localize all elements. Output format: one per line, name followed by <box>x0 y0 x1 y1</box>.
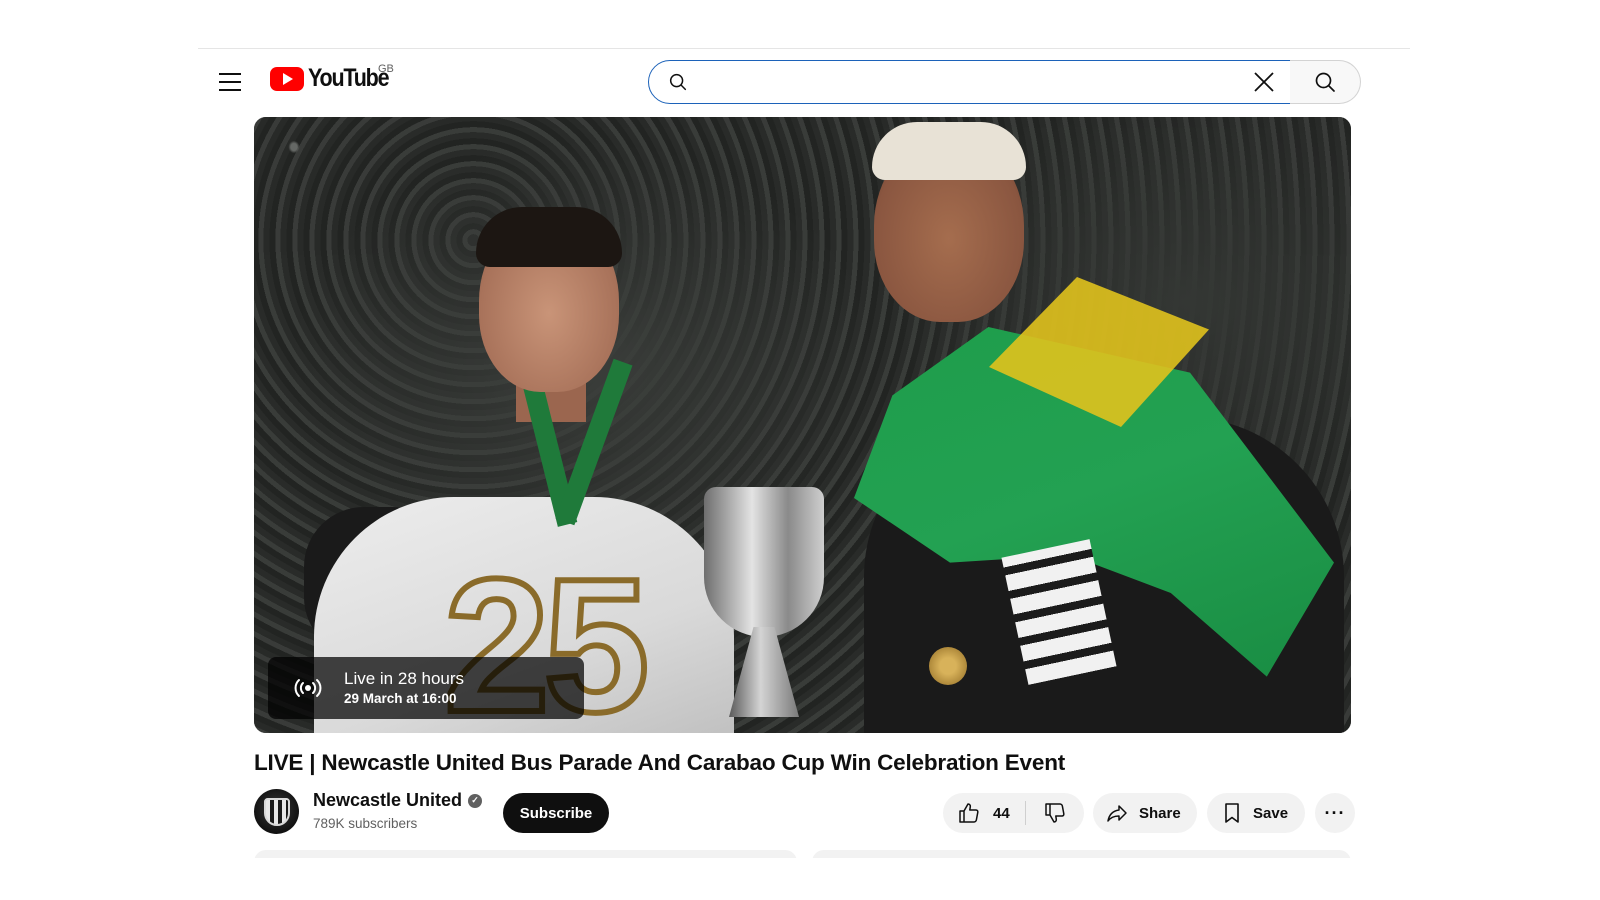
share-icon <box>1107 805 1127 822</box>
channel-name-row[interactable]: Newcastle United ✓ <box>313 790 483 811</box>
search-icon <box>667 71 689 93</box>
close-icon[interactable] <box>1244 62 1284 102</box>
live-status-text: Live in 28 hours <box>344 669 465 688</box>
channel-avatar[interactable] <box>254 789 299 834</box>
trophy-cup <box>674 477 854 727</box>
video-player[interactable]: 25 Live in 28 hours 29 March at 16:00 <box>254 117 1351 733</box>
bookmark-icon <box>1225 803 1239 823</box>
live-broadcast-icon <box>290 670 326 706</box>
page-bottom-cutoff <box>0 858 1600 900</box>
like-button[interactable]: 44 <box>943 793 1025 833</box>
like-dislike-group: 44 <box>943 793 1084 833</box>
more-icon[interactable]: ··· <box>1315 793 1355 833</box>
search-input[interactable] <box>699 62 1244 102</box>
verified-icon: ✓ <box>468 793 483 808</box>
search-icon <box>1315 72 1335 92</box>
dislike-button[interactable] <box>1026 793 1084 833</box>
share-button[interactable]: Share <box>1093 793 1197 833</box>
page-top-border <box>198 48 1410 49</box>
winners-medal <box>929 647 967 685</box>
club-crest-icon <box>263 797 290 826</box>
scheduled-time: 29 March at 16:00 <box>344 691 457 706</box>
player-right-hair <box>872 122 1026 180</box>
share-label: Share <box>1139 804 1181 822</box>
video-title: LIVE | Newcastle United Bus Parade And C… <box>254 750 1066 775</box>
search-bar[interactable] <box>648 60 1291 104</box>
like-count: 44 <box>993 804 1010 822</box>
channel-name[interactable]: Newcastle United <box>313 790 462 811</box>
menu-icon[interactable] <box>214 68 246 96</box>
thumbs-up-icon <box>959 803 979 823</box>
player-left-hair <box>476 207 622 267</box>
save-button[interactable]: Save <box>1207 793 1305 833</box>
region-code: GB <box>378 63 394 75</box>
youtube-play-icon <box>270 66 304 91</box>
subscribe-button[interactable]: Subscribe <box>503 793 609 833</box>
logo-text: YouTube <box>308 64 390 92</box>
save-label: Save <box>1253 804 1289 822</box>
thumbs-down-icon <box>1045 803 1065 823</box>
subscriber-count: 789K subscribers <box>313 816 418 831</box>
search-button[interactable] <box>1290 60 1361 104</box>
live-schedule-badge: Live in 28 hours 29 March at 16:00 <box>268 657 584 719</box>
